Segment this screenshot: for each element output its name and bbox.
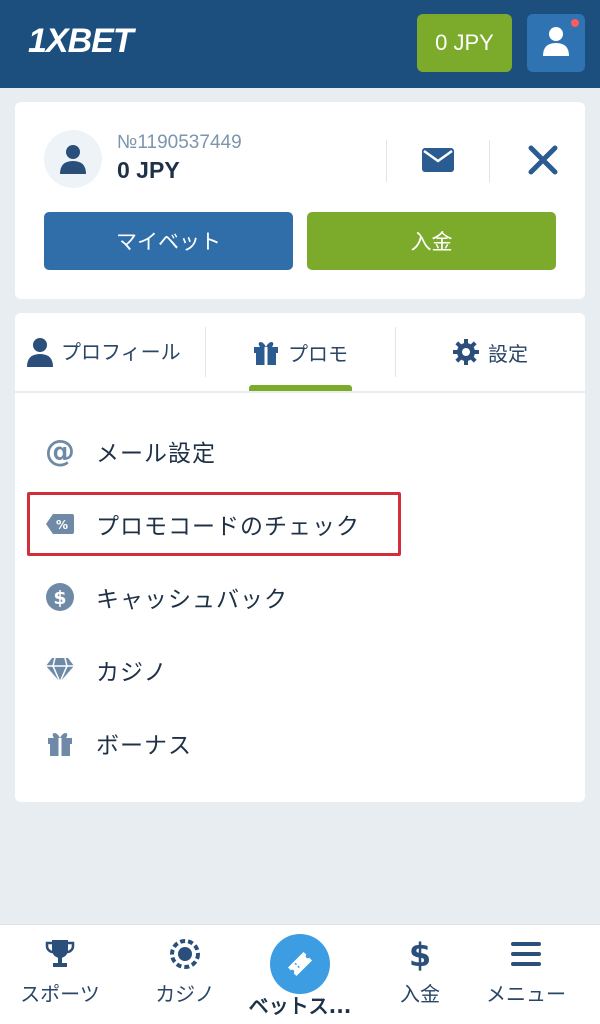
account-balance: 0 JPY: [117, 157, 180, 183]
dollar-icon: $: [409, 934, 431, 974]
gear-icon: [453, 339, 479, 365]
highlight-box: [27, 492, 401, 556]
user-icon: [27, 338, 53, 367]
tab-label: 設定: [488, 341, 528, 366]
close-icon: [528, 145, 558, 175]
notification-dot: [571, 19, 579, 27]
nav-label: カジノ: [155, 982, 215, 1006]
tab-promo[interactable]: プロモ: [205, 313, 395, 391]
nav-label: 入金: [400, 982, 440, 1006]
dollar-coin-icon: $: [43, 580, 77, 614]
casino-chip-icon: [170, 934, 200, 974]
account-avatar: [44, 130, 102, 188]
nav-menu[interactable]: メニュー: [466, 925, 586, 1024]
account-card: №1190537449 0 JPY マイベット 入金: [15, 102, 585, 299]
svg-text:@: @: [45, 435, 75, 467]
user-icon: [60, 145, 86, 174]
account-id: №1190537449: [117, 132, 242, 153]
deposit-button[interactable]: 入金: [307, 212, 556, 270]
active-tab-indicator: [249, 385, 352, 391]
ticket-icon: [287, 951, 313, 977]
nav-label: スポーツ: [20, 982, 100, 1006]
divider: [489, 140, 490, 182]
nav-bet-slip-label[interactable]: ベットス...: [240, 990, 360, 1019]
menu-item-label: ボーナス: [96, 733, 192, 759]
nav-label: メニュー: [486, 982, 566, 1006]
header-balance-button[interactable]: 0 JPY: [417, 14, 512, 72]
nav-casino[interactable]: カジノ: [125, 925, 245, 1024]
tab-label: プロモ: [288, 341, 348, 366]
tab-settings[interactable]: 設定: [395, 313, 585, 391]
menu-item-email-settings[interactable]: @ メール設定: [15, 421, 585, 481]
user-icon: [543, 26, 569, 60]
svg-text:$: $: [409, 937, 431, 971]
menu-item-label: カジノ: [96, 660, 168, 686]
svg-text:$: $: [53, 587, 66, 609]
top-bar: 1XBET 0 JPY: [0, 0, 600, 88]
brand-logo[interactable]: 1XBET: [28, 22, 134, 61]
menu-item-cashback[interactable]: $ キャッシュバック: [15, 567, 585, 627]
trophy-icon: [45, 934, 75, 974]
diamond-icon: [43, 653, 77, 687]
promo-menu: @ メール設定 % プロモコードのチェック $ キャッシュバック カジノ ボーナ…: [15, 393, 585, 802]
menu-item-bonus[interactable]: ボーナス: [15, 713, 585, 773]
nav-bet-slip[interactable]: [270, 934, 330, 994]
gift-icon: [254, 342, 278, 365]
tab-label: プロフィール: [61, 340, 181, 364]
divider: [386, 140, 387, 182]
messages-button[interactable]: [415, 140, 461, 180]
hamburger-icon: [511, 934, 541, 974]
envelope-icon: [422, 148, 454, 172]
tab-profile[interactable]: プロフィール: [15, 313, 205, 391]
my-bets-button[interactable]: マイベット: [44, 212, 293, 270]
account-tabs: プロフィール プロモ 設定: [15, 313, 585, 391]
profile-button[interactable]: [527, 14, 585, 72]
gift-icon: [43, 726, 77, 760]
close-button[interactable]: [520, 138, 566, 182]
nav-sports[interactable]: スポーツ: [0, 925, 120, 1024]
nav-deposit[interactable]: $ 入金: [360, 925, 480, 1024]
at-icon: @: [43, 434, 77, 468]
menu-item-casino[interactable]: カジノ: [15, 640, 585, 700]
menu-item-label: キャッシュバック: [96, 587, 288, 613]
menu-item-label: メール設定: [96, 441, 216, 467]
